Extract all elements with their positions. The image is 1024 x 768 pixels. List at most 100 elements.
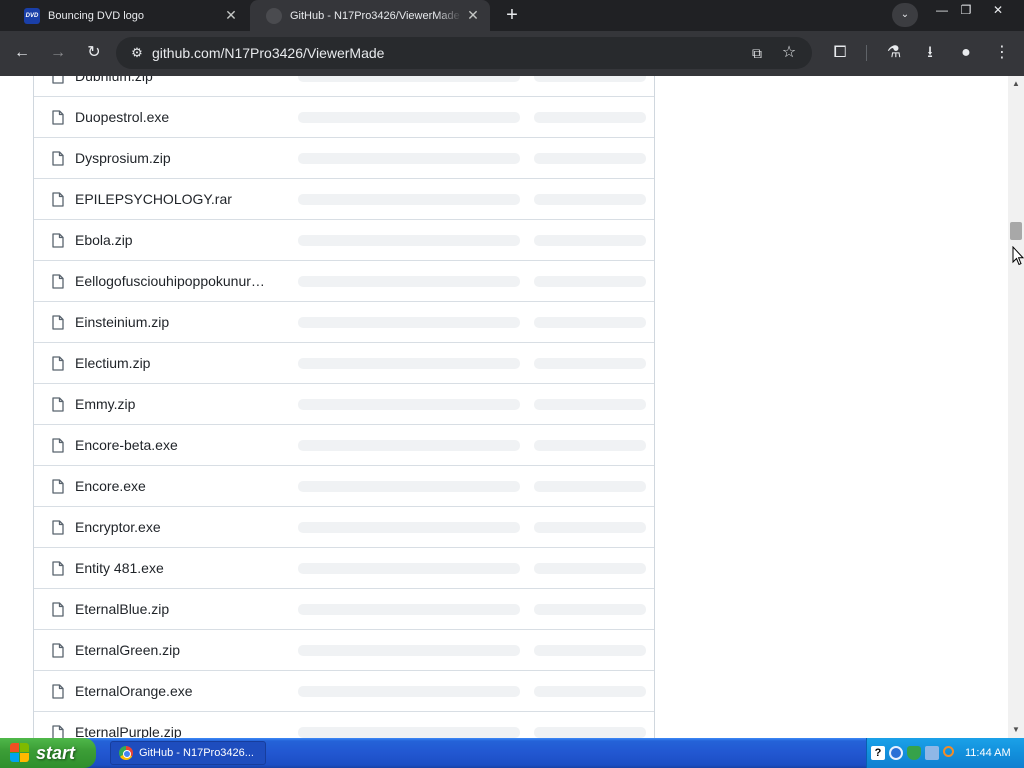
file-row[interactable]: Encore.exe [34,466,654,507]
bookmark-star-icon[interactable]: ☆ [778,42,800,64]
start-button[interactable]: start [0,738,96,768]
window-close-icon[interactable]: ✕ [984,0,1012,20]
file-row[interactable]: Eellogofusciouhipoppokunurious.exe [34,261,654,302]
back-arrow-icon[interactable]: ← [10,41,34,65]
file-name-link[interactable]: Encryptor.exe [75,507,161,548]
file-row[interactable]: EPILEPSYCHOLOGY.rar [34,179,654,220]
file-row[interactable]: EternalGreen.zip [34,630,654,671]
file-row[interactable]: Encryptor.exe [34,507,654,548]
file-name-link[interactable]: Encore-beta.exe [75,425,178,466]
file-icon [52,192,64,207]
security-shield-icon[interactable] [907,746,921,760]
file-icon [52,684,64,699]
site-info-tune-icon[interactable]: ⚙ [126,42,148,64]
commit-message-placeholder [298,317,520,328]
windows-taskbar: start GitHub - N17Pro3426... ? 11:44 AM [0,738,1024,768]
file-icon [52,438,64,453]
new-tab-plus-icon[interactable]: + [500,4,524,26]
file-name-link[interactable]: Encore.exe [75,466,146,507]
browser-toolbar: ← → ↻ ⚙ github.com/N17Pro3426/ViewerMade… [0,31,1024,76]
file-row[interactable]: Dysprosium.zip [34,138,654,179]
file-name-link[interactable]: Duopestrol.exe [75,97,169,138]
file-icon [52,315,64,330]
extensions-puzzle-icon[interactable]: ⧠ [828,41,852,65]
commit-date-placeholder [534,522,646,533]
chrome-tray-icon[interactable] [889,746,903,760]
file-name-link[interactable]: EternalGreen.zip [75,630,180,671]
scroll-up-arrow-icon[interactable]: ▲ [1008,78,1024,90]
tab-strip: DVD Bouncing DVD logo ✕ GitHub - N17Pro3… [0,0,1024,31]
file-row[interactable]: Ebola.zip [34,220,654,261]
file-name-link[interactable]: Ebola.zip [75,220,133,261]
file-icon [52,76,64,84]
commit-message-placeholder [298,645,520,656]
file-row[interactable]: Entity 481.exe [34,548,654,589]
commit-message-placeholder [298,686,520,697]
scroll-down-arrow-icon[interactable]: ▼ [1008,724,1024,736]
file-row[interactable]: EternalPurple.zip [34,712,654,738]
restore-icon[interactable]: ❐ [952,0,980,20]
address-bar[interactable]: ⚙ github.com/N17Pro3426/ViewerMade ⧉ ☆ [116,37,812,69]
tab-search-chevron-icon[interactable]: ⌄ [892,3,918,27]
file-row[interactable]: EternalOrange.exe [34,671,654,712]
page-scrollbar[interactable]: ▲ ▼ [1008,76,1024,738]
taskbar-window-chrome[interactable]: GitHub - N17Pro3426... [110,741,266,765]
file-name-link[interactable]: Dubnium.zip [75,76,153,97]
file-name-link[interactable]: EternalPurple.zip [75,712,182,738]
url-text[interactable]: github.com/N17Pro3426/ViewerMade [152,37,384,69]
commit-message-placeholder [298,235,520,246]
file-icon [52,602,64,617]
commit-message-placeholder [298,399,520,410]
scrollbar-thumb[interactable] [1010,222,1022,240]
downloads-icon[interactable]: ⭳ [918,41,942,65]
close-tab-icon[interactable]: ✕ [220,7,242,24]
commit-date-placeholder [534,727,646,738]
commit-date-placeholder [534,604,646,615]
file-name-link[interactable]: EPILEPSYCHOLOGY.rar [75,179,232,220]
file-name-link[interactable]: Emmy.zip [75,384,135,425]
file-icon [52,233,64,248]
file-icon [52,397,64,412]
file-row[interactable]: Emmy.zip [34,384,654,425]
forward-arrow-icon[interactable]: → [46,41,70,65]
tab-bouncing-dvd-logo[interactable]: DVD Bouncing DVD logo ✕ [8,0,248,31]
profile-avatar-icon[interactable]: ● [954,41,978,65]
commit-message-placeholder [298,153,520,164]
mouse-cursor-icon [1012,246,1024,266]
page-content: Dubnium.zip Duopestrol.exe Dysprosium.zip E… [0,76,1008,738]
tab-github-viewermade[interactable]: GitHub - N17Pro3426/ViewerMade ✕ [250,0,490,31]
file-row[interactable]: Dubnium.zip [34,76,654,97]
repo-file-list: Dubnium.zip Duopestrol.exe Dysprosium.zip E… [33,76,655,738]
close-tab-icon[interactable]: ✕ [462,7,484,24]
commit-message-placeholder [298,522,520,533]
install-app-icon[interactable]: ⧉ [746,42,768,64]
commit-message-placeholder [298,727,520,738]
commit-date-placeholder [534,440,646,451]
file-row[interactable]: Encore-beta.exe [34,425,654,466]
commit-message-placeholder [298,194,520,205]
tab-title: Bouncing DVD logo [48,9,145,22]
file-name-link[interactable]: EternalBlue.zip [75,589,169,630]
network-icon[interactable] [925,746,939,760]
labs-flask-icon[interactable]: ⚗ [882,41,906,65]
file-name-link[interactable]: Eellogofusciouhipoppokunurious.exe [75,261,265,302]
commit-date-placeholder [534,317,646,328]
commit-date-placeholder [534,481,646,492]
start-label: start [36,742,76,763]
file-row[interactable]: Einsteinium.zip [34,302,654,343]
reload-icon[interactable]: ↻ [82,41,106,65]
file-row[interactable]: Duopestrol.exe [34,97,654,138]
file-row[interactable]: EternalBlue.zip [34,589,654,630]
file-name-link[interactable]: EternalOrange.exe [75,671,193,712]
file-name-link[interactable]: Entity 481.exe [75,548,164,589]
file-row[interactable]: Electium.zip [34,343,654,384]
file-name-link[interactable]: Einsteinium.zip [75,302,169,343]
search-tray-icon[interactable] [943,746,954,757]
kebab-menu-icon[interactable]: ⋮ [990,41,1014,65]
tab-title: GitHub - N17Pro3426/ViewerMade [290,9,460,22]
help-icon[interactable]: ? [871,746,885,760]
file-name-link[interactable]: Dysprosium.zip [75,138,171,179]
commit-date-placeholder [534,358,646,369]
dvd-logo-icon: DVD [24,7,40,24]
file-name-link[interactable]: Electium.zip [75,343,150,384]
